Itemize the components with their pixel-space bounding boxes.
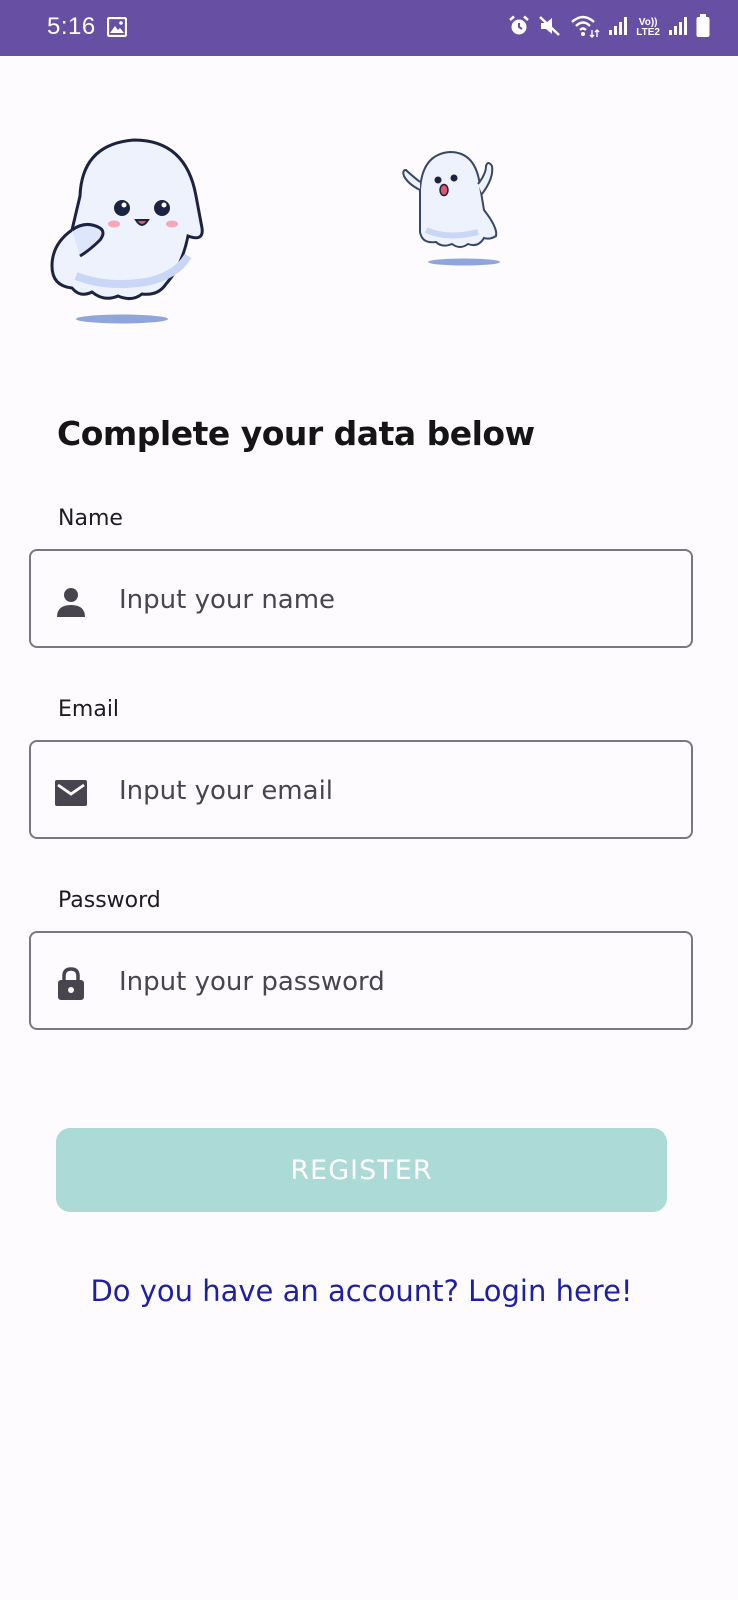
gallery-icon	[106, 16, 128, 41]
name-label: Name	[58, 506, 123, 531]
status-time: 5:16	[47, 13, 96, 40]
name-field[interactable]	[29, 549, 693, 648]
volte-label-bottom: LTE2	[636, 27, 660, 38]
email-field[interactable]	[29, 740, 693, 839]
ghost-illustration-large	[46, 136, 206, 334]
lock-icon	[53, 966, 89, 1002]
password-label: Password	[58, 888, 161, 913]
battery-icon	[696, 14, 710, 42]
password-input[interactable]	[119, 957, 659, 1007]
page-heading: Complete your data below	[57, 414, 535, 453]
mail-icon	[53, 775, 89, 811]
wifi-icon	[570, 14, 600, 42]
signal-icon	[608, 16, 628, 40]
status-icons: Vo)) LTE2	[508, 14, 710, 42]
register-button[interactable]: REGISTER	[56, 1128, 667, 1212]
email-input[interactable]	[119, 766, 659, 816]
mute-icon	[538, 15, 562, 41]
name-input[interactable]	[119, 575, 659, 625]
volte-icon: Vo)) LTE2	[636, 18, 660, 38]
ghost-illustration-small	[398, 148, 508, 272]
status-bar: 5:16 Vo)) LTE2	[0, 0, 738, 56]
email-label: Email	[58, 697, 120, 722]
login-link[interactable]: Do you have an account? Login here!	[0, 1274, 723, 1308]
password-field[interactable]	[29, 931, 693, 1030]
person-icon	[53, 584, 89, 620]
signal-icon	[668, 16, 688, 40]
alarm-icon	[508, 15, 530, 41]
